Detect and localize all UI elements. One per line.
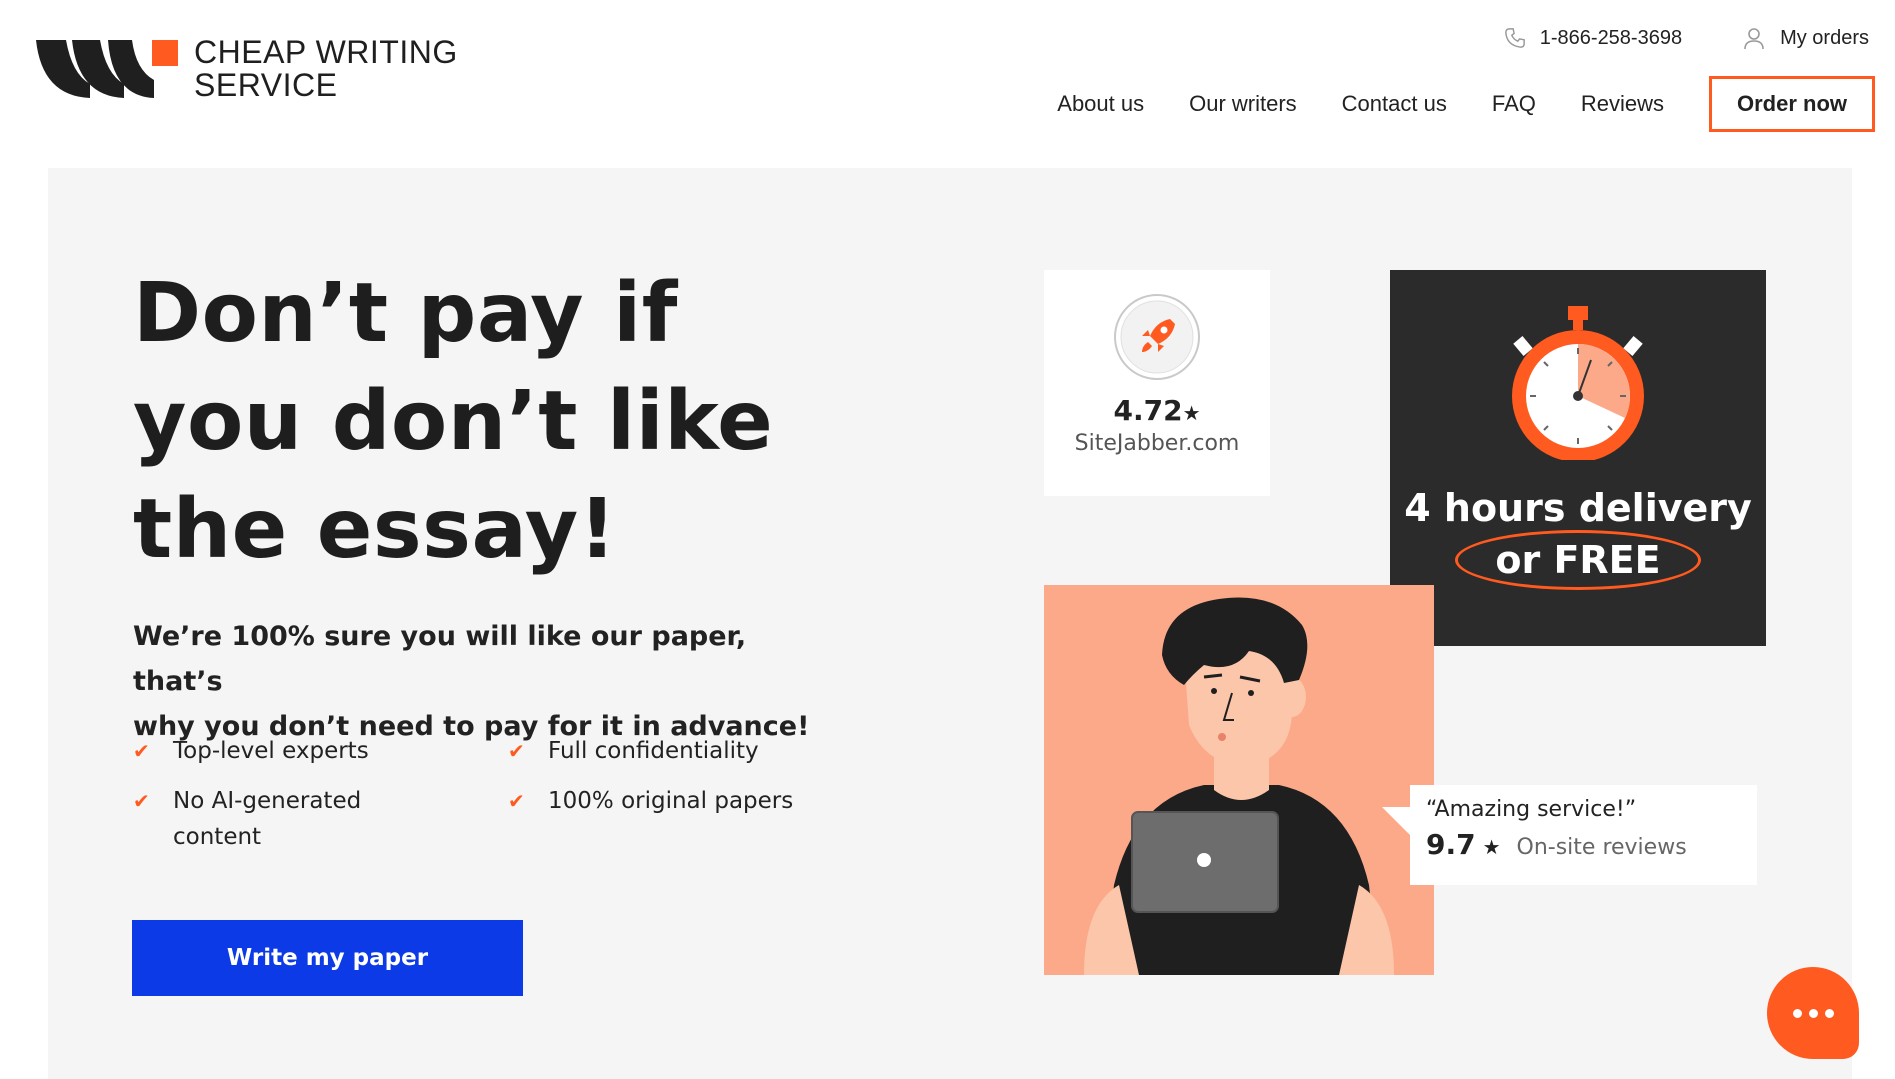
phone-link[interactable]: 1-866-258-3698 [1504,27,1682,50]
order-now-button[interactable]: Order now [1709,76,1875,132]
nav-contact-us[interactable]: Contact us [1342,91,1447,117]
feature-label: No AI-generated content [173,788,362,850]
top-contact-bar: 1-866-258-3698 My orders [1504,26,1869,50]
nav-our-writers[interactable]: Our writers [1189,91,1297,117]
nav-about-us[interactable]: About us [1057,91,1144,117]
feature-item: ✔ Top-level experts [133,733,508,769]
rocket-icon [1112,292,1202,382]
check-icon: ✔ [133,789,150,813]
sitejabber-site: SiteJabber.com [1074,431,1240,456]
sitejabber-score: 4.72★ [1044,394,1270,427]
headline-line-3: the essay! [133,482,617,577]
review-label: On-site reviews [1516,835,1687,860]
star-icon: ★ [1182,401,1201,425]
brand-name-line2: SERVICE [194,67,338,103]
review-score: 9.7 ★ [1426,828,1501,861]
write-my-paper-button[interactable]: Write my paper [132,920,523,996]
brand-name-line1: CHEAP WRITING [194,34,458,70]
subtitle-line-1: We’re 100% sure you will like our paper,… [133,621,747,697]
feature-item: ✔ Full confidentiality [508,733,813,769]
phone-icon [1504,27,1526,49]
brand-name: CHEAP WRITING SERVICE [194,36,458,102]
delivery-promo-card: 4 hours delivery or FREE [1390,270,1766,646]
feature-label: 100% original papers [548,788,794,814]
phone-number: 1-866-258-3698 [1539,26,1683,49]
user-icon [1742,26,1766,50]
feature-list: ✔ Top-level experts ✔ Full confidentiali… [133,733,813,855]
chat-icon [1792,1008,1834,1018]
review-quote: “Amazing service!” [1426,797,1637,822]
delivery-headline: 4 hours delivery [1404,486,1752,530]
sitejabber-rating-card[interactable]: 4.72★ SiteJabber.com [1044,270,1270,496]
onsite-review-bubble[interactable]: “Amazing service!” 9.7 ★ On-site reviews [1382,785,1757,885]
star-icon: ★ [1475,835,1501,859]
delivery-free-label: or FREE [1455,530,1701,590]
hero-headline: Don’t pay if you don’t like the essay! [133,260,773,584]
feature-label: Full confidentiality [548,738,759,764]
sitejabber-score-value: 4.72 [1113,394,1183,427]
check-icon: ✔ [508,789,525,813]
hero-subtitle: We’re 100% sure you will like our paper,… [133,614,813,749]
stopwatch-icon [1503,300,1653,462]
writer-illustration [1044,585,1434,975]
review-score-row: 9.7 ★ On-site reviews [1426,828,1741,861]
my-orders-label: My orders [1780,26,1869,49]
review-score-value: 9.7 [1426,828,1476,861]
feature-item: ✔ 100% original papers [508,783,813,855]
nav-reviews[interactable]: Reviews [1581,91,1664,117]
check-icon: ✔ [508,739,525,763]
feature-item: ✔ No AI-generated content [133,783,508,855]
check-icon: ✔ [133,739,150,763]
logo-mark-icon [36,40,178,98]
feature-label: Top-level experts [173,738,369,764]
headline-line-2: you don’t like [133,374,774,469]
nav-faq[interactable]: FAQ [1492,91,1536,117]
circle-highlight [1455,530,1701,590]
chat-button[interactable] [1767,967,1859,1059]
brand-logo[interactable]: CHEAP WRITING SERVICE [36,36,458,102]
headline-line-1: Don’t pay if [133,266,678,361]
my-orders-link[interactable]: My orders [1742,26,1869,50]
main-nav: About us Our writers Contact us FAQ Revi… [1057,76,1875,132]
